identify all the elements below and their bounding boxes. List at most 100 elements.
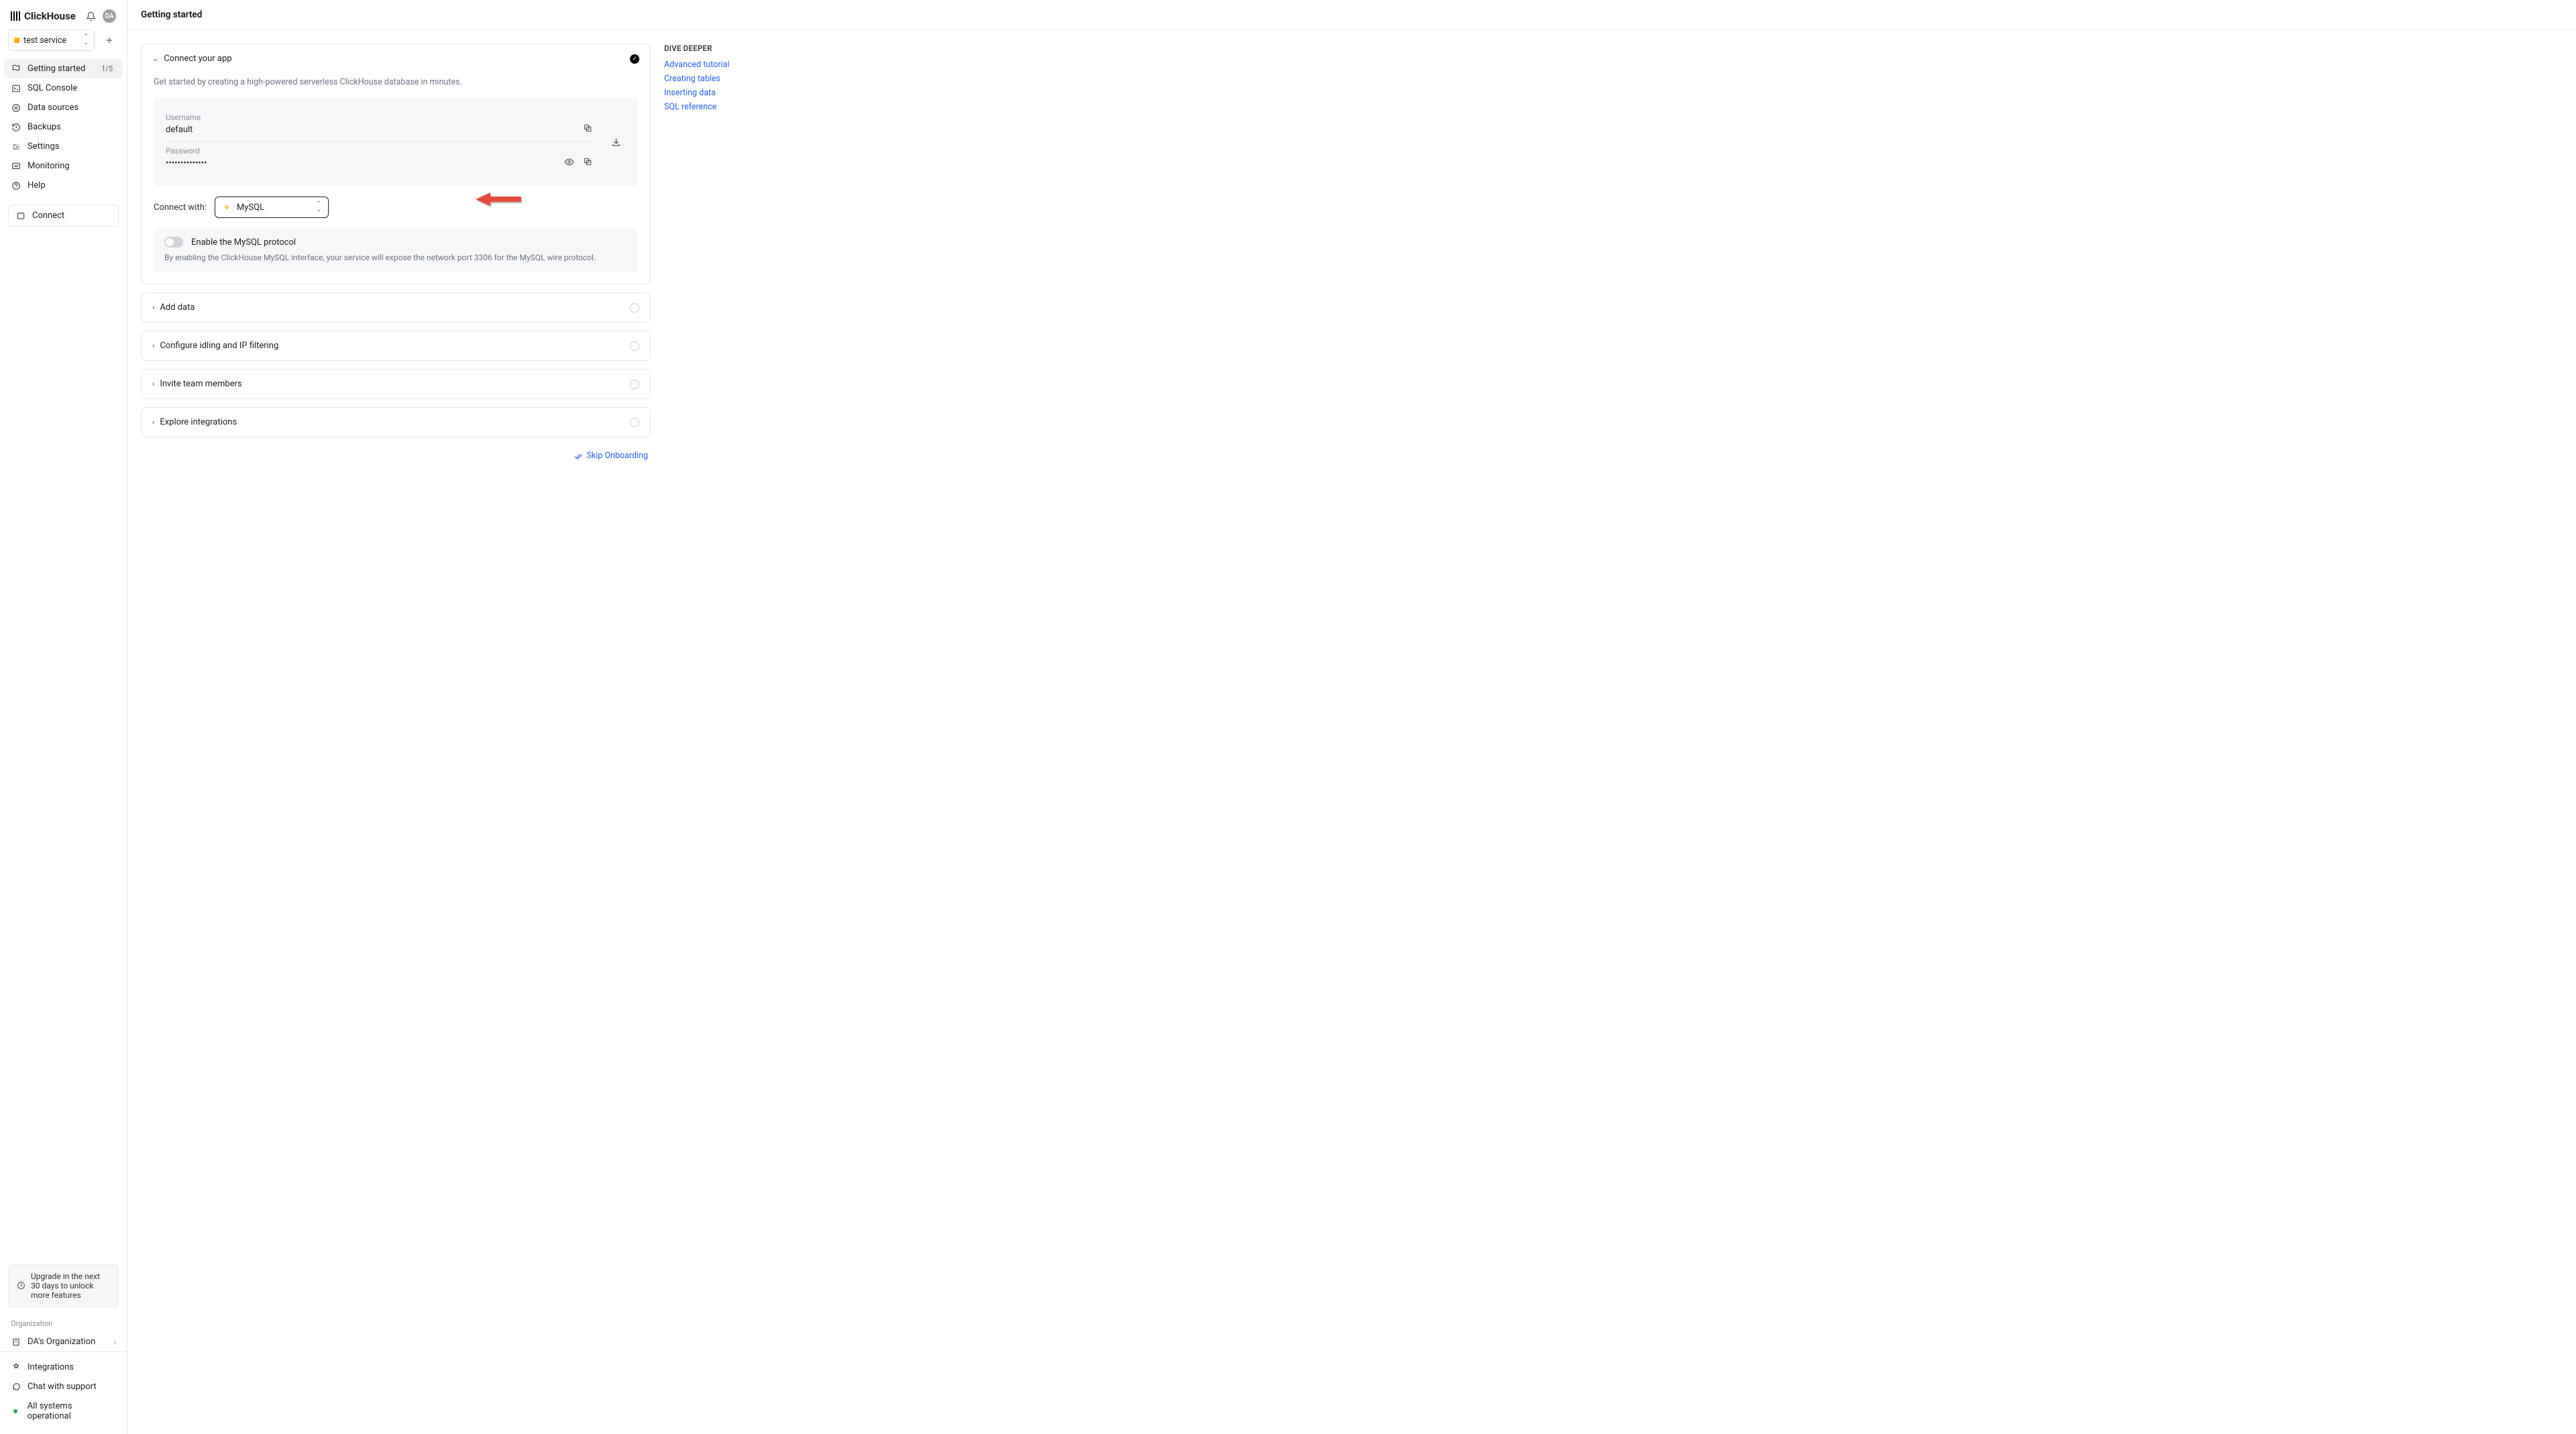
nav-backups[interactable]: Backups [4,117,123,137]
sidebar-header: ClickHouse DA [0,0,127,30]
sidebar: ClickHouse DA test service ⌃⌄ Gett [0,0,127,1434]
username-row: Username default [166,109,594,142]
card-title: Add data [160,302,195,313]
status-circle-icon [630,303,639,313]
card-title: Configure idling and IP filtering [160,341,278,351]
nav-help[interactable]: Help [4,176,123,195]
enable-mysql-toggle[interactable] [164,237,183,247]
nav-label: Getting started [28,64,85,74]
sliders-icon [11,142,21,152]
credentials-block: Username default Password [154,98,638,186]
nav-status[interactable]: All systems operational [4,1396,123,1426]
add-service-button[interactable] [100,30,119,51]
nav-chat-support[interactable]: Chat with support [4,1377,123,1396]
username-value: default [166,125,582,135]
nav-label: Settings [28,142,59,152]
reveal-password-icon[interactable] [563,156,575,168]
page-title: Getting started [127,0,2576,30]
database-icon [11,103,21,113]
chat-icon [11,1382,21,1392]
chevron-right-icon: › [152,303,154,312]
password-label: Password [166,146,563,156]
dive-deeper-link[interactable]: Creating tables [664,74,812,84]
nav-data-sources[interactable]: Data sources [4,98,123,117]
card-title: Connect your app [164,54,231,64]
nav-settings[interactable]: Settings [4,137,123,156]
chevron-right-icon: › [152,341,154,350]
nav-label: Backups [28,122,61,132]
status-circle-icon [630,341,639,351]
dive-deeper-panel: DIVE DEEPER Advanced tutorial Creating t… [664,44,812,461]
history-icon [11,122,21,132]
brand-logo[interactable]: ClickHouse [11,10,76,22]
card-invite: › Invite team members [141,369,651,399]
status-dot-icon [11,1407,21,1417]
connect-with-row: Connect with: MySQL ⌃⌄ [154,186,638,227]
logo-icon [11,11,20,21]
password-row: Password •••••••••••••• [166,142,594,175]
status-circle-icon [630,418,639,427]
chart-icon [11,161,21,171]
building-icon [11,1337,21,1347]
nav-label: Integrations [28,1362,74,1372]
dive-deeper-link[interactable]: Advanced tutorial [664,60,812,70]
enable-mysql-label: Enable the MySQL protocol [191,237,296,247]
rocket-icon [11,64,21,74]
connect-with-label: Connect with: [154,203,207,213]
upgrade-text: Upgrade in the next 30 days to unlock mo… [31,1272,110,1300]
chevron-down-icon: ⌄ [152,54,158,63]
nav-sql-console[interactable]: SQL Console [4,78,123,98]
nav-integrations[interactable]: Integrations [4,1358,123,1377]
bottom-nav: Integrations Chat with support All syste… [0,1352,127,1434]
service-status-icon [14,38,19,43]
upgrade-notice[interactable]: Upgrade in the next 30 days to unlock mo… [8,1264,119,1307]
bell-icon[interactable] [86,11,96,21]
username-label: Username [166,113,582,122]
mysql-icon [222,203,231,212]
chevron-right-icon: › [113,1337,116,1347]
chevron-right-icon: › [152,418,154,427]
dive-deeper-heading: DIVE DEEPER [664,44,812,53]
main: Getting started ⌄ Connect your app ✓ Get… [127,0,2576,1434]
card-connect-app: ⌄ Connect your app ✓ Get started by crea… [141,44,651,284]
nav-getting-started[interactable]: Getting started 1/5 [4,59,123,78]
enable-mysql-description: By enabling the ClickHouse MySQL interfa… [164,253,627,262]
card-title: Invite team members [160,379,241,389]
enable-mysql-block: Enable the MySQL protocol By enabling th… [154,227,638,272]
status-circle-icon [630,380,639,389]
nav-label: All systems operational [28,1401,116,1421]
connect-label: Connect [32,211,64,221]
plug-icon [15,211,25,221]
copy-username-icon[interactable] [582,122,594,134]
password-value: •••••••••••••• [166,158,563,168]
org-item[interactable]: DA's Organization › [0,1332,127,1352]
double-check-icon [574,451,583,461]
avatar[interactable]: DA [103,9,116,23]
skip-onboarding-link[interactable]: Skip Onboarding [574,451,649,461]
card-header-explore[interactable]: › Explore integrations [142,408,650,437]
card-header-invite[interactable]: › Invite team members [142,370,650,398]
copy-password-icon[interactable] [582,156,594,168]
puzzle-icon [11,1362,21,1372]
content-column: ⌄ Connect your app ✓ Get started by crea… [141,44,651,461]
chevron-updown-icon: ⌃⌄ [83,34,89,46]
terminal-icon [11,83,21,93]
nav-label: Help [28,180,46,190]
connect-button[interactable]: Connect [8,205,119,227]
card-header-add-data[interactable]: › Add data [142,293,650,322]
card-header-configure[interactable]: › Configure idling and IP filtering [142,331,650,360]
card-header-connect[interactable]: ⌄ Connect your app ✓ [142,44,650,73]
primary-nav: Getting started 1/5 SQL Console Data sou… [0,56,127,198]
dive-deeper-link[interactable]: SQL reference [664,102,812,112]
nav-monitoring[interactable]: Monitoring [4,156,123,176]
connect-with-select[interactable]: MySQL ⌃⌄ [215,197,329,218]
nav-label: Chat with support [28,1382,97,1392]
org-name: DA's Organization [28,1337,95,1347]
check-icon: ✓ [630,54,639,64]
dive-deeper-link[interactable]: Inserting data [664,88,812,98]
connect-with-value: MySQL [237,203,264,213]
download-credentials-icon[interactable] [610,136,622,148]
skip-label: Skip Onboarding [587,451,649,461]
service-selector[interactable]: test service ⌃⌄ [8,30,95,51]
nav-label: Monitoring [28,161,70,171]
